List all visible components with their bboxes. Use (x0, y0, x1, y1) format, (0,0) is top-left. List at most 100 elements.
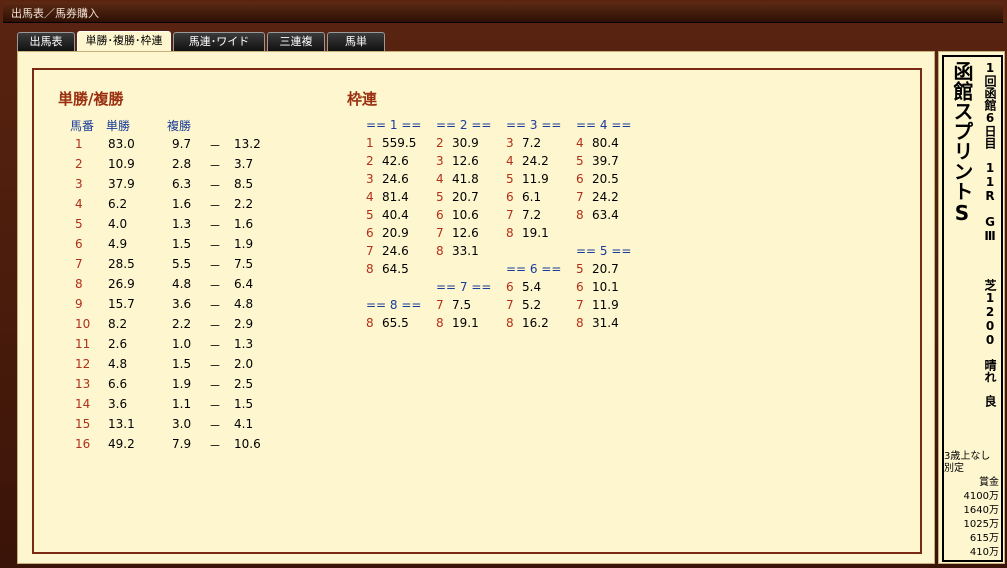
bracket-pair-number: 4 (366, 190, 374, 204)
place-odds-max: 13.2 (234, 137, 261, 151)
win-odds: 6.2 (108, 197, 128, 211)
prize-4: 615万 (969, 533, 999, 544)
horse-number: 14 (75, 397, 91, 411)
win-odds: 83.0 (108, 137, 135, 151)
horse-number: 7 (75, 257, 83, 271)
win-odds: 15.7 (108, 297, 135, 311)
win-place-title: 単勝/複勝 (58, 90, 124, 108)
bracket-pair-number: 4 (506, 154, 514, 168)
title-bar: 出馬表／馬券購入 (3, 2, 1003, 23)
place-odds-max: 8.5 (234, 177, 254, 191)
bracket-pair-number: 1 (366, 136, 374, 150)
bracket-pair-odds: 11.9 (522, 172, 549, 186)
window-title: 出馬表／馬券購入 (11, 7, 99, 20)
bracket-pair-number: 3 (506, 136, 514, 150)
place-odds-max: 2.5 (234, 377, 254, 391)
bracket-pair-odds: 10.6 (452, 208, 479, 222)
place-range-dash: － (209, 239, 222, 253)
horse-number: 9 (75, 297, 83, 311)
place-range-dash: － (209, 179, 222, 193)
place-range-dash: － (209, 359, 222, 373)
place-range-dash: － (209, 199, 222, 213)
race-number: 11R (983, 161, 997, 203)
bracket-group-label: == 8 == (366, 298, 422, 312)
horse-number: 8 (75, 277, 83, 291)
app-window: 出馬表／馬券購入 出馬表 単勝･複勝･枠連 馬連･ワイド 三連複 馬単 単勝/複… (0, 0, 1007, 568)
condition-weight: 別定 (944, 463, 964, 474)
tab-exacta[interactable]: 馬単 (327, 32, 385, 51)
odds-frame: 単勝/複勝 馬番 単勝 複勝 1 83.0 9.7 － 13.2 2 10.9 2.8 － 3.7… (32, 68, 922, 554)
place-odds-max: 3.7 (234, 157, 254, 171)
header-horse-number: 馬番 (70, 119, 95, 133)
race-grade: GⅢ (983, 215, 997, 243)
bracket-pair-odds: 40.4 (382, 208, 409, 222)
place-odds-max: 2.9 (234, 317, 254, 331)
bracket-pair-odds: 24.6 (382, 244, 409, 258)
header-win: 単勝 (106, 119, 131, 133)
bracket-pair-odds: 7.2 (522, 136, 542, 150)
race-meeting: 1回函館6日目 11R GⅢ (982, 61, 999, 243)
bracket-pair-odds: 81.4 (382, 190, 409, 204)
bracket-pair-odds: 12.6 (452, 226, 479, 240)
tab-quinella-wide[interactable]: 馬連･ワイド (173, 32, 265, 51)
prize-5: 410万 (969, 547, 999, 558)
place-odds-max: 2.2 (234, 197, 254, 211)
place-odds-min: 1.3 (172, 217, 192, 231)
win-odds: 28.5 (108, 257, 135, 271)
bracket-pair-number: 7 (576, 190, 584, 204)
bracket-pair-number: 6 (506, 190, 514, 204)
bracket-group-label: == 5 == (576, 244, 632, 258)
bracket-pair-number: 8 (506, 226, 514, 240)
place-range-dash: － (209, 379, 222, 393)
win-odds: 4.9 (108, 237, 128, 251)
bracket-pair-odds: 19.1 (522, 226, 549, 240)
place-odds-max: 7.5 (234, 257, 254, 271)
tab-race-card[interactable]: 出馬表 (17, 32, 75, 51)
bracket-pair-odds: 42.6 (382, 154, 409, 168)
bracket-group-label: == 1 == (366, 118, 422, 132)
bracket-group-label: == 7 == (436, 280, 492, 294)
bracket-pair-number: 5 (366, 208, 374, 222)
horse-number: 4 (75, 197, 83, 211)
bracket-pair-odds: 20.5 (592, 172, 619, 186)
bracket-pair-odds: 30.9 (452, 136, 479, 150)
place-odds-min: 7.9 (172, 437, 192, 451)
horse-number: 13 (75, 377, 91, 391)
place-odds-max: 1.3 (234, 337, 254, 351)
bracket-pair-number: 7 (436, 298, 444, 312)
win-odds: 3.6 (108, 397, 128, 411)
bracket-pair-odds: 41.8 (452, 172, 479, 186)
bracket-pair-number: 4 (576, 136, 584, 150)
prize-3: 1025万 (963, 519, 999, 530)
race-name: 函館スプリントS (950, 61, 974, 225)
meeting-label: 1回函館6日目 (983, 61, 997, 149)
bracket-group-label: == 6 == (506, 262, 562, 276)
place-odds-min: 9.7 (172, 137, 192, 151)
bracket-pair-odds: 64.5 (382, 262, 409, 276)
race-info-box: 函館スプリントS 1回函館6日目 11R GⅢ 芝1200 晴れ 良 3歳上なし… (942, 55, 1003, 562)
place-odds-max: 1.6 (234, 217, 254, 231)
bracket-pair-odds: 65.5 (382, 316, 409, 330)
bracket-pair-odds: 6.1 (522, 190, 542, 204)
race-course: 芝1200 晴れ 良 (982, 279, 999, 407)
bracket-pair-number: 2 (436, 136, 444, 150)
place-range-dash: － (209, 139, 222, 153)
bracket-pair-number: 3 (366, 172, 374, 186)
place-range-dash: － (209, 259, 222, 273)
bracket-group-label: == 3 == (506, 118, 562, 132)
prize-1: 4100万 (963, 491, 999, 502)
bracket-pair-odds: 5.4 (522, 280, 542, 294)
bracket-pair-number: 6 (506, 280, 514, 294)
bracket-pair-odds: 7.5 (452, 298, 472, 312)
place-range-dash: － (209, 159, 222, 173)
bracket-pair-number: 5 (576, 262, 584, 276)
horse-number: 3 (75, 177, 83, 191)
tab-win-place-bracket[interactable]: 単勝･複勝･枠連 (77, 31, 171, 52)
bracket-pair-odds: 33.1 (452, 244, 479, 258)
header-place: 複勝 (167, 119, 192, 133)
bracket-pair-number: 8 (436, 244, 444, 258)
bracket-pair-odds: 7.2 (522, 208, 542, 222)
tab-trio[interactable]: 三連複 (267, 32, 325, 51)
bracket-pair-odds: 5.2 (522, 298, 542, 312)
place-range-dash: － (209, 399, 222, 413)
